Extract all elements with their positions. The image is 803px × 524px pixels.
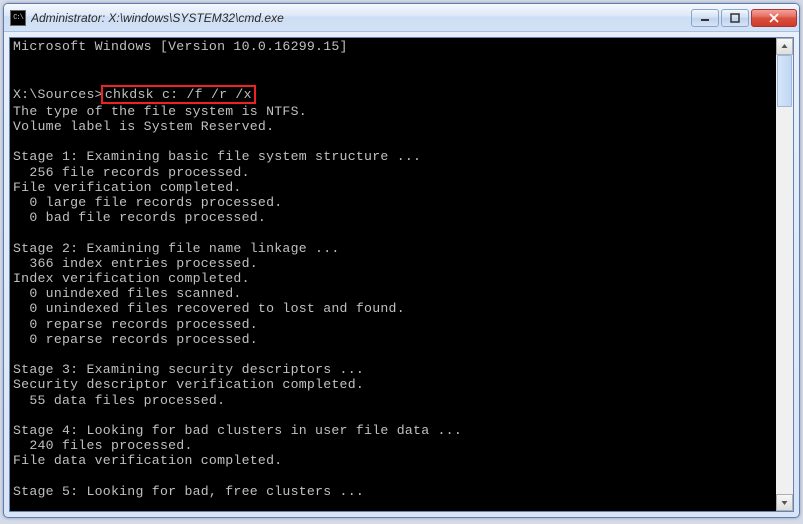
scroll-down-button[interactable] [776, 494, 793, 511]
vertical-scrollbar[interactable] [776, 38, 793, 511]
output-line: 0 unindexed files recovered to lost and … [13, 301, 405, 316]
output-line: 0 bad file records processed. [13, 210, 266, 225]
cmd-icon: C:\ [10, 10, 26, 26]
output-line: 0 reparse records processed. [13, 332, 258, 347]
prompt-line: X:\Sources>chkdsk c: /f /r /x [13, 85, 773, 104]
window-controls [691, 9, 797, 27]
output-line: 240 files processed. [13, 438, 193, 453]
chevron-down-icon [781, 499, 788, 506]
output-line: Index verification completed. [13, 271, 250, 286]
output-line: Stage 4: Looking for bad clusters in use… [13, 423, 462, 438]
chevron-up-icon [781, 43, 788, 50]
output-line: Stage 1: Examining basic file system str… [13, 149, 421, 164]
output-line: File data verification completed. [13, 453, 282, 468]
window-title: Administrator: X:\windows\SYSTEM32\cmd.e… [31, 11, 691, 25]
command-text: chkdsk c: /f /r /x [105, 87, 252, 102]
console-area: Microsoft Windows [Version 10.0.16299.15… [9, 37, 794, 512]
output-line: File verification completed. [13, 180, 242, 195]
output-line: 366 index entries processed. [13, 256, 258, 271]
output-line: 55 data files processed. [13, 393, 225, 408]
scroll-up-button[interactable] [776, 38, 793, 55]
minimize-button[interactable] [691, 9, 719, 27]
maximize-button[interactable] [721, 9, 749, 27]
output-line: Volume label is System Reserved. [13, 119, 274, 134]
titlebar[interactable]: C:\ Administrator: X:\windows\SYSTEM32\c… [4, 4, 799, 32]
output-line: 0 large file records processed. [13, 195, 282, 210]
console-output[interactable]: Microsoft Windows [Version 10.0.16299.15… [10, 38, 776, 511]
minimize-icon [700, 13, 710, 23]
output-line: Security descriptor verification complet… [13, 377, 364, 392]
output-line: Stage 5: Looking for bad, free clusters … [13, 484, 364, 499]
version-line: Microsoft Windows [Version 10.0.16299.15… [13, 39, 348, 54]
scrollbar-track[interactable] [776, 55, 793, 494]
cmd-window: C:\ Administrator: X:\windows\SYSTEM32\c… [3, 3, 800, 518]
output-line: Stage 3: Examining security descriptors … [13, 362, 364, 377]
close-button[interactable] [751, 9, 797, 27]
output-line: 0 unindexed files scanned. [13, 286, 242, 301]
maximize-icon [730, 13, 740, 23]
close-icon [768, 13, 780, 23]
prompt: X:\Sources> [13, 87, 103, 102]
scrollbar-thumb[interactable] [777, 55, 792, 107]
command-highlight: chkdsk c: /f /r /x [101, 85, 256, 104]
output-line: 256 file records processed. [13, 165, 250, 180]
output-line: Stage 2: Examining file name linkage ... [13, 241, 340, 256]
output-line: The type of the file system is NTFS. [13, 104, 307, 119]
output-line: 0 reparse records processed. [13, 317, 258, 332]
